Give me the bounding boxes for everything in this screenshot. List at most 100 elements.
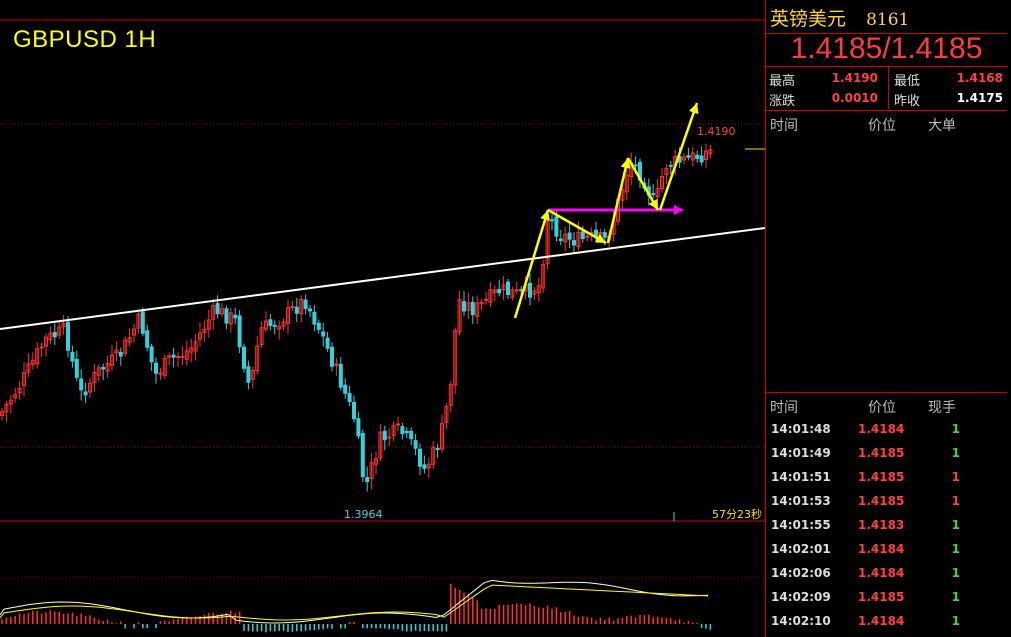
candle (321, 331, 326, 337)
candle (290, 305, 295, 308)
tick-time: 14:02:01 (771, 542, 831, 556)
candle (404, 431, 409, 434)
signal-line (0, 584, 709, 621)
candle (497, 288, 502, 294)
candle (651, 193, 656, 196)
candle (633, 164, 638, 167)
candle (70, 351, 75, 362)
projection-arrow (606, 157, 630, 244)
tick-row: 14:01:48 1.4184 1 (766, 418, 1007, 442)
tick-time: 14:02:10 (771, 614, 831, 628)
candle (154, 362, 158, 374)
tick-time: 14:01:51 (771, 470, 831, 484)
candle (554, 216, 559, 237)
tick-volume: 1 (951, 422, 960, 436)
candle (365, 477, 370, 483)
candle (580, 231, 585, 239)
tick-volume: 1 (951, 470, 960, 484)
candle (176, 355, 180, 358)
candle (303, 299, 308, 310)
candle (180, 355, 185, 358)
candle (272, 324, 277, 327)
tick-time: 14:02:06 (771, 566, 831, 580)
candle (233, 314, 238, 319)
candle (462, 301, 466, 312)
prev-close-label: 昨收 (894, 94, 921, 109)
candle (572, 240, 576, 246)
low-label: 最低 (894, 74, 921, 89)
divider (766, 66, 1007, 67)
tick-price: 1.4184 (858, 614, 905, 628)
candle (470, 301, 475, 316)
candle (79, 378, 84, 391)
tick-row: 14:02:10 1.4184 1 (766, 610, 1007, 634)
candle (360, 432, 365, 478)
divider (766, 392, 1007, 393)
tick-row: 14:01:53 1.4185 1 (766, 490, 1007, 514)
tick-row: 14:02:09 1.4185 1 (766, 586, 1007, 610)
candle (140, 311, 145, 334)
candle (338, 364, 343, 388)
tick-price-header: 价位 (868, 400, 896, 416)
trendline (0, 227, 765, 330)
candle (39, 346, 44, 349)
instrument-name: 英镑美元 8161 (770, 4, 909, 31)
candle (382, 430, 387, 441)
tick-time-header: 时间 (770, 400, 798, 416)
candle (506, 281, 510, 295)
macd-line (0, 579, 709, 624)
candle (585, 235, 590, 238)
bid-ask-price: 1.4185/1.4185 (790, 32, 983, 65)
big-order-price-header: 价位 (868, 118, 896, 134)
instrument-name-label: 英镑美元 (770, 8, 847, 30)
tick-price: 1.4185 (858, 446, 905, 460)
tick-price: 1.4184 (858, 566, 905, 580)
candle (118, 351, 123, 357)
tick-price: 1.4185 (858, 590, 905, 604)
tick-time: 14:01:53 (771, 494, 831, 508)
candle (558, 238, 563, 242)
high-value: 1.4190 (831, 71, 878, 85)
candle (686, 155, 691, 158)
tick-time: 14:01:55 (771, 518, 831, 532)
candle (409, 430, 414, 440)
tick-price: 1.4184 (858, 422, 905, 436)
tick-volume: 1 (951, 614, 960, 628)
price-chart[interactable]: 1.4190 1.3964 57分23秒 GBPUSD 1H (0, 0, 765, 637)
high-label: 最高 (769, 74, 796, 89)
big-order-time-header: 时间 (770, 118, 798, 134)
candle (145, 330, 150, 348)
candle (83, 391, 88, 396)
candle (242, 346, 246, 369)
candle (215, 303, 220, 315)
candle (294, 306, 299, 314)
tick-row: 14:01:51 1.4185 1 (766, 466, 1007, 490)
candle (158, 372, 163, 375)
change-label: 涨跌 (769, 94, 796, 109)
tick-price: 1.4183 (858, 518, 905, 532)
quote-panel: 英镑美元 8161 1.4185/1.4185 最高 1.4190 最低 1.4… (765, 0, 1011, 637)
candle (695, 154, 700, 159)
candle (325, 337, 330, 349)
period-low-label: 1.3964 (344, 508, 383, 521)
tick-volume: 1 (951, 446, 960, 460)
candle (246, 366, 251, 383)
tick-row: 14:02:06 1.4184 1 (766, 562, 1007, 586)
candle (101, 366, 106, 370)
candle (418, 448, 422, 467)
chart-title: GBPUSD 1H (13, 26, 157, 53)
support-level-arrowhead (674, 205, 684, 215)
candle (237, 315, 242, 348)
candle (413, 440, 418, 449)
tick-time: 14:02:09 (771, 590, 831, 604)
tick-volume-header: 现手 (928, 400, 956, 416)
candle (602, 232, 607, 238)
tick-time: 14:01:49 (771, 446, 831, 460)
candle (528, 282, 532, 298)
tick-volume: 1 (951, 518, 960, 532)
tick-volume: 1 (951, 494, 960, 508)
candle (396, 423, 400, 426)
candle (352, 401, 356, 420)
candlestick-chart-canvas[interactable]: 1.4190 1.3964 57分23秒 (0, 0, 765, 637)
change-value: 0.0010 (831, 91, 878, 105)
